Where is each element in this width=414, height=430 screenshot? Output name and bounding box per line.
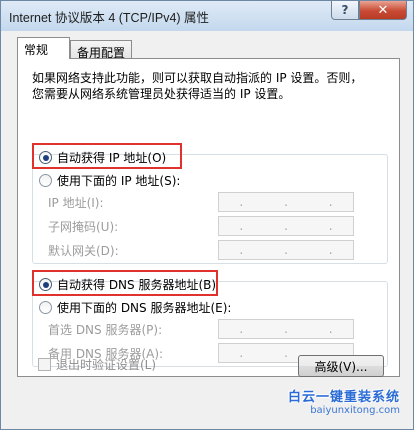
advanced-button[interactable]: 高级(V)... — [298, 355, 384, 377]
intro-line-1: 如果网络支持此功能，则可以获取自动指派的 IP 设置。否则， — [32, 71, 363, 85]
help-icon: ? — [341, 3, 349, 17]
dns-auto-radio[interactable]: 自动获得 DNS 服务器地址(B) — [39, 276, 216, 293]
help-button[interactable]: ? — [331, 1, 359, 20]
dialog-window: Internet 协议版本 4 (TCP/IPv4) 属性 ? ✕ 常规 备用配… — [0, 0, 414, 430]
dialog-footer: 白云一键重装系统 baiyunxitong.com — [8, 387, 406, 424]
title-bar[interactable]: Internet 协议版本 4 (TCP/IPv4) 属性 ? ✕ — [1, 1, 413, 31]
ip-manual-radio[interactable]: 使用下面的 IP 地址(S): — [39, 172, 185, 189]
intro-line-2: 您需要从网络系统管理员处获得适当的 IP 设置。 — [32, 87, 291, 101]
ip-auto-radio[interactable]: 自动获得 IP 地址(O) — [39, 149, 166, 166]
radio-unselected-icon — [39, 174, 52, 187]
radio-selected-icon — [39, 278, 52, 291]
ip-auto-label: 自动获得 IP 地址(O) — [57, 151, 167, 165]
ip-address-field[interactable]: ... — [218, 192, 354, 212]
ip-manual-label: 使用下面的 IP 地址(S): — [57, 174, 181, 188]
subnet-mask-field[interactable]: ... — [218, 216, 354, 236]
dns-preferred-label: 首选 DNS 服务器(P): — [48, 323, 163, 337]
tab-general[interactable]: 常规 — [17, 37, 70, 59]
dns-manual-label: 使用下面的 DNS 服务器地址(E): — [57, 301, 232, 315]
dns-preferred-field[interactable]: ... — [218, 319, 354, 339]
general-tab-panel: 如果网络支持此功能，则可以获取自动指派的 IP 设置。否则， 您需要从网络系统管… — [17, 58, 400, 377]
close-icon: ✕ — [377, 2, 389, 18]
radio-unselected-icon — [39, 301, 52, 314]
ip-address-label: IP 地址(I): — [48, 196, 104, 210]
validate-on-exit-label: 退出时验证设置(L) — [56, 358, 157, 372]
default-gateway-field[interactable]: ... — [218, 240, 354, 260]
subnet-mask-label: 子网掩码(U): — [48, 220, 119, 234]
dialog-client-area: 常规 备用配置 如果网络支持此功能，则可以获取自动指派的 IP 设置。否则， 您… — [8, 31, 406, 424]
radio-selected-icon — [39, 151, 52, 164]
checkbox-icon — [38, 358, 51, 371]
intro-text: 如果网络支持此功能，则可以获取自动指派的 IP 设置。否则， 您需要从网络系统管… — [32, 70, 392, 102]
watermark-url: baiyunxitong.com — [310, 405, 400, 416]
watermark-text: 白云一键重装系统 — [287, 390, 400, 405]
dns-auto-label: 自动获得 DNS 服务器地址(B) — [57, 278, 217, 292]
validate-on-exit-checkbox[interactable]: 退出时验证设置(L) — [38, 356, 156, 373]
close-button[interactable]: ✕ — [359, 1, 407, 20]
dns-manual-radio[interactable]: 使用下面的 DNS 服务器地址(E): — [39, 299, 236, 316]
window-title: Internet 协议版本 4 (TCP/IPv4) 属性 — [9, 11, 210, 25]
watermark-logo: 白云一键重装系统 baiyunxitong.com — [250, 386, 400, 420]
default-gateway-label: 默认网关(D): — [48, 244, 119, 258]
